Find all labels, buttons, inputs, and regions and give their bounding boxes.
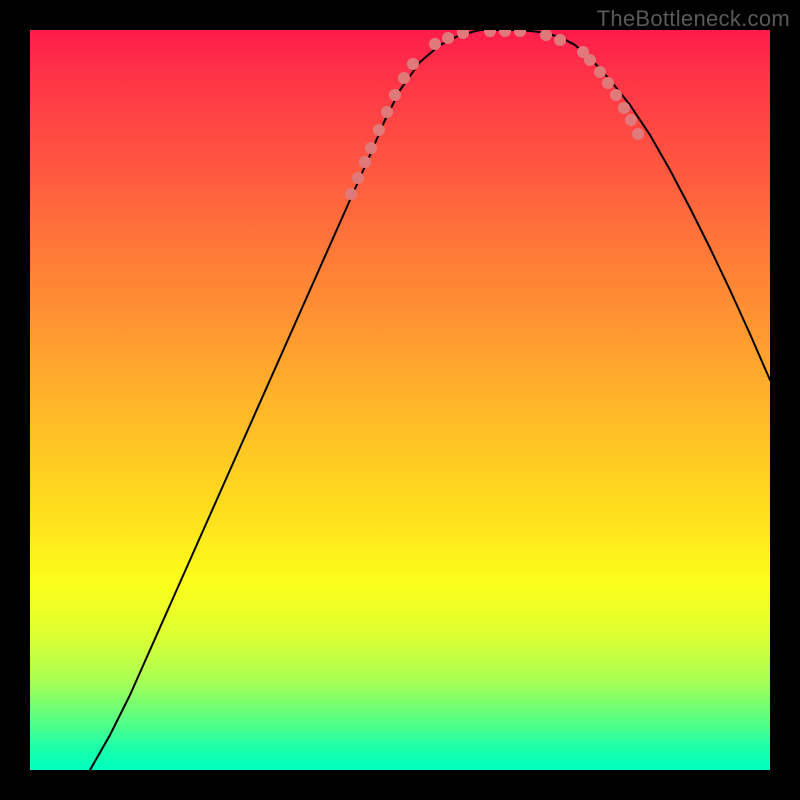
watermark-text: TheBottleneck.com bbox=[597, 6, 790, 32]
marker-dot bbox=[632, 128, 644, 140]
marker-dots-group bbox=[345, 30, 644, 200]
marker-dot bbox=[584, 54, 596, 66]
chart-svg bbox=[30, 30, 770, 770]
bottleneck-curve bbox=[90, 30, 770, 770]
marker-dot bbox=[373, 124, 385, 136]
marker-dot bbox=[389, 89, 401, 101]
marker-dot bbox=[429, 38, 441, 50]
marker-dot bbox=[594, 66, 606, 78]
plot-gradient-area bbox=[30, 30, 770, 770]
marker-dot bbox=[352, 172, 364, 184]
marker-dot bbox=[359, 156, 371, 168]
marker-dot bbox=[398, 72, 410, 84]
marker-dot bbox=[457, 30, 469, 39]
marker-dot bbox=[365, 142, 377, 154]
marker-dot bbox=[345, 188, 357, 200]
marker-dot bbox=[618, 102, 630, 114]
marker-dot bbox=[540, 30, 552, 41]
marker-dot bbox=[625, 114, 637, 126]
marker-dot bbox=[407, 58, 419, 70]
marker-dot bbox=[484, 30, 496, 37]
marker-dot bbox=[442, 32, 454, 44]
marker-dot bbox=[602, 77, 614, 89]
chart-frame: TheBottleneck.com bbox=[0, 0, 800, 800]
marker-dot bbox=[554, 34, 566, 46]
marker-dot bbox=[610, 89, 622, 101]
marker-dot bbox=[514, 30, 526, 37]
marker-dot bbox=[381, 106, 393, 118]
marker-dot bbox=[499, 30, 511, 37]
